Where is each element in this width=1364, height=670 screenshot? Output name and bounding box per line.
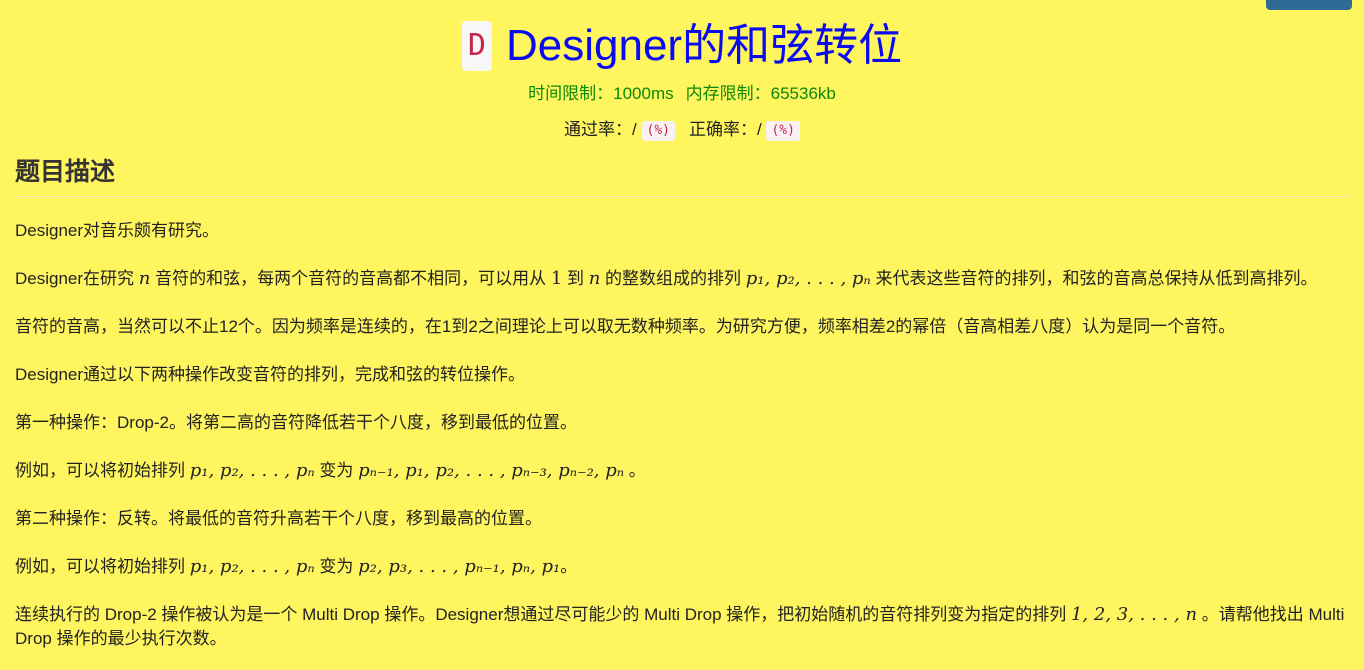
paragraph-9: 连续执行的 Drop-2 操作被认为是一个 Multi Drop 操作。Desi… <box>15 604 1345 648</box>
problem-id-badge: D <box>461 21 492 71</box>
pass-rate-label: 通过率：/ <box>564 120 637 139</box>
memory-limit: 内存限制：65536kb <box>685 84 836 103</box>
math-sequence: p₂, p₃, . . . , pₙ₋₁, pₙ, p₁ <box>358 556 561 577</box>
math-n: n <box>588 268 601 289</box>
limits-line: 时间限制：1000ms 内存限制：65536kb <box>0 82 1364 106</box>
paragraph-3: 音符的音高，当然可以不止12个。因为频率是连续的，在1到2之间理论上可以取无数种… <box>15 317 1236 336</box>
time-limit: 时间限制：1000ms <box>528 84 674 103</box>
description-section: 题目描述 Designer对音乐颇有研究。 Designer在研究 n 音符的和… <box>0 152 1364 651</box>
math-sequence: 1, 2, 3, . . . , n <box>1070 604 1198 625</box>
paragraph-2: Designer在研究 n 音符的和弦，每两个音符的音高都不相同，可以用从 1 … <box>15 268 1318 289</box>
math-one: 1 <box>550 268 563 289</box>
math-sequence: p₁, p₂, . . . , pₙ <box>189 460 315 481</box>
math-sequence: pₙ₋₁, p₁, p₂, . . . , pₙ₋₃, pₙ₋₂, pₙ <box>358 460 625 481</box>
top-right-button[interactable] <box>1266 0 1352 10</box>
problem-header: D Designer的和弦转位 时间限制：1000ms 内存限制：65536kb … <box>0 0 1364 142</box>
math-n: n <box>138 268 151 289</box>
math-sequence: p₁, p₂, . . . , pₙ <box>189 556 315 577</box>
paragraph-4: Designer通过以下两种操作改变音符的排列，完成和弦的转位操作。 <box>15 365 526 384</box>
paragraph-5: 第一种操作：Drop-2。将第二高的音符降低若干个八度，移到最低的位置。 <box>15 413 577 432</box>
section-title: 题目描述 <box>15 152 1349 197</box>
rates-line: 通过率：/ (%) 正确率：/ (%) <box>0 118 1364 142</box>
accuracy-unit: (%) <box>766 120 800 141</box>
pass-rate-unit: (%) <box>641 120 675 141</box>
accuracy-label: 正确率：/ <box>689 120 762 139</box>
title-row: D Designer的和弦转位 <box>0 20 1364 72</box>
paragraph-7: 第二种操作：反转。将最低的音符升高若干个八度，移到最高的位置。 <box>15 509 542 528</box>
paragraph-6: 例如，可以将初始排列 p₁, p₂, . . . , pₙ 变为 pₙ₋₁, p… <box>15 460 646 481</box>
problem-title: Designer的和弦转位 <box>505 21 903 70</box>
math-sequence: p₁, p₂, . . . , pₙ <box>745 268 871 289</box>
paragraph-1: Designer对音乐颇有研究。 <box>15 221 220 240</box>
description-content: Designer对音乐颇有研究。 Designer在研究 n 音符的和弦，每两个… <box>15 219 1349 651</box>
paragraph-8: 例如，可以将初始排列 p₁, p₂, . . . , pₙ 变为 p₂, p₃,… <box>15 556 578 577</box>
